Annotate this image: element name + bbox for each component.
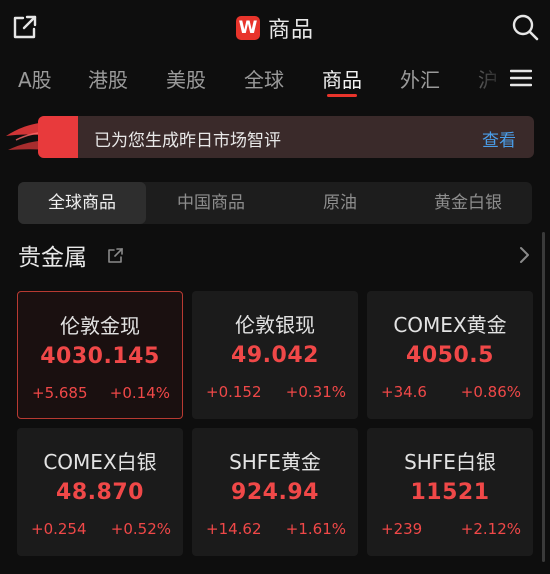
quote-percent: +0.86%	[460, 383, 521, 401]
quote-price: 4050.5	[406, 343, 494, 368]
quote-change: +5.685	[32, 384, 88, 402]
external-link-icon[interactable]	[107, 247, 124, 264]
quote-name: 伦敦金现	[60, 314, 140, 338]
tab-a-shares[interactable]: A股	[18, 64, 52, 93]
quote-name: SHFE黄金	[229, 450, 321, 474]
segment-global-commodities[interactable]: 全球商品	[18, 182, 146, 224]
tab-forex[interactable]: 外汇	[400, 64, 440, 93]
chevron-right-icon[interactable]	[518, 246, 530, 264]
quote-change: +0.254	[31, 520, 87, 538]
quote-card-comex-gold[interactable]: COMEX黄金 4050.5 +34.6 +0.86%	[367, 291, 533, 419]
app-logo: W	[235, 16, 260, 40]
quote-name: 伦敦银现	[235, 313, 315, 337]
quote-card-london-gold[interactable]: 伦敦金现 4030.145 +5.685 +0.14%	[17, 291, 183, 419]
tab-fade	[450, 58, 510, 98]
banner-accent	[38, 116, 78, 158]
quote-price: 4030.145	[40, 344, 160, 369]
top-bar: W 商品	[0, 0, 550, 56]
tab-global[interactable]: 全球	[244, 64, 284, 93]
segment-gold-silver[interactable]: 黄金白银	[404, 182, 532, 224]
segment-china-commodities[interactable]: 中国商品	[146, 182, 276, 224]
commodity-segment-control: 全球商品 中国商品 原油 黄金白银	[18, 182, 532, 224]
quote-change: +0.152	[206, 383, 262, 401]
tab-us-stocks[interactable]: 美股	[166, 64, 206, 93]
page-title: 商品	[267, 18, 314, 43]
quote-name: COMEX白银	[43, 450, 157, 474]
quote-percent: +0.52%	[110, 520, 171, 538]
banner-view-link[interactable]: 查看	[482, 126, 516, 151]
quote-card-london-silver[interactable]: 伦敦银现 49.042 +0.152 +0.31%	[192, 291, 358, 419]
quote-card-shfe-gold[interactable]: SHFE黄金 924.94 +14.62 +1.61%	[192, 428, 358, 556]
quote-percent: +2.12%	[460, 520, 521, 538]
quote-card-comex-silver[interactable]: COMEX白银 48.870 +0.254 +0.52%	[17, 428, 183, 556]
quote-change: +14.62	[206, 520, 262, 538]
quote-percent: +1.61%	[285, 520, 346, 538]
scrollbar[interactable]	[542, 232, 545, 562]
tab-commodities[interactable]: 商品	[322, 64, 362, 93]
quote-name: COMEX黄金	[393, 313, 507, 337]
search-icon[interactable]	[510, 12, 540, 42]
quote-percent: +0.14%	[109, 384, 170, 402]
quote-change: +239	[381, 520, 423, 538]
quote-change: +34.6	[381, 383, 427, 401]
quote-name: SHFE白银	[404, 450, 496, 474]
quote-price: 48.870	[56, 480, 144, 505]
quote-percent: +0.31%	[285, 383, 346, 401]
quote-price: 924.94	[231, 480, 319, 505]
quote-price: 11521	[410, 480, 490, 505]
quote-card-shfe-silver[interactable]: SHFE白银 11521 +239 +2.12%	[367, 428, 533, 556]
tab-hk-stocks[interactable]: 港股	[88, 64, 128, 93]
banner-message: 已为您生成昨日市场智评	[94, 131, 281, 151]
quote-price: 49.042	[231, 343, 319, 368]
ai-summary-banner[interactable]: 已为您生成昨日市场智评 查看	[38, 116, 534, 158]
segment-crude-oil[interactable]: 原油	[276, 182, 404, 224]
menu-icon[interactable]	[510, 68, 532, 88]
section-title[interactable]: 贵金属	[18, 238, 87, 272]
title-group: W 商品	[0, 12, 550, 44]
active-tab-indicator	[327, 94, 357, 97]
